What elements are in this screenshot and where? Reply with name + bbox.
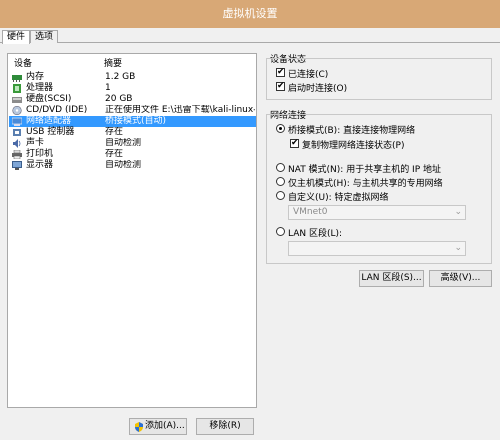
device-name: 网络适配器 [26, 116, 72, 126]
connected-checkbox[interactable] [276, 67, 285, 77]
sound-icon [13, 139, 21, 148]
tab-divider [0, 42, 500, 43]
cpu-icon [13, 84, 21, 93]
device-row-sound[interactable]: 声卡 自动检测 [9, 138, 256, 149]
shield-icon [135, 422, 143, 432]
window-title: 虚拟机设置 [222, 7, 278, 20]
host-only-label: 仅主机模式(H): 与主机共享的专用网络 [288, 179, 443, 189]
memory-icon [12, 75, 22, 82]
device-name: 内存 [26, 72, 45, 82]
lan-segment-radio[interactable] [276, 227, 285, 236]
printer-icon [12, 150, 22, 159]
vmnet-select[interactable]: VMnet0 ⌄ [288, 205, 466, 220]
nat-label: NAT 模式(N): 用于共享主机的 IP 地址 [288, 165, 442, 175]
bridged-label: 桥接模式(B): 直接连接物理网络 [288, 126, 416, 136]
device-row-harddisk[interactable]: 硬盘(SCSI) 20 GB [9, 94, 256, 105]
connected-label: 已连接(C) [288, 70, 329, 80]
device-row-display[interactable]: 显示器 自动检测 [9, 160, 256, 171]
usb-icon [13, 129, 21, 136]
device-row-memory[interactable]: 内存 1.2 GB [9, 72, 256, 83]
bridged-radio[interactable] [276, 124, 285, 133]
device-row-network[interactable]: 网络适配器 桥接模式(自动) [9, 116, 256, 127]
device-name: 处理器 [26, 83, 54, 93]
tab-options[interactable]: 选项 [30, 30, 59, 43]
device-name: 打印机 [26, 149, 54, 159]
device-row-cpu[interactable]: 处理器 1 [9, 83, 256, 94]
vmnet-select-value: VMnet0 [293, 207, 328, 217]
display-icon [12, 161, 22, 170]
device-summary: 1.2 GB [105, 72, 136, 82]
lan-segments-button[interactable]: LAN 区段(S)... [359, 270, 424, 287]
device-summary: 正在使用文件 E:\迅雷下载\kali-linux-... [105, 105, 255, 115]
device-name: USB 控制器 [26, 127, 75, 137]
tab-hardware[interactable]: 硬件 [2, 30, 31, 44]
connect-at-power-on-checkbox[interactable] [276, 81, 285, 91]
chevron-down-icon: ⌄ [454, 243, 462, 253]
device-list: 设备 摘要 内存 1.2 GB 处理器 1 硬盘(SCSI) 20 GB CD/… [7, 53, 257, 408]
column-header-device[interactable]: 设备 [14, 58, 32, 70]
device-row-cdrom[interactable]: CD/DVD (IDE) 正在使用文件 E:\迅雷下载\kali-linux-.… [9, 105, 256, 116]
cdrom-icon [12, 106, 22, 115]
device-summary: 1 [105, 83, 111, 93]
lan-segment-label: LAN 区段(L): [288, 229, 343, 239]
lan-segment-select[interactable]: ⌄ [288, 241, 466, 256]
add-button[interactable]: 添加(A)... [129, 418, 187, 435]
device-name: 显示器 [26, 160, 54, 170]
device-summary: 桥接模式(自动) [105, 116, 167, 126]
device-summary: 自动检测 [105, 160, 142, 170]
device-name: CD/DVD (IDE) [26, 105, 88, 115]
custom-label: 自定义(U): 特定虚拟网络 [288, 193, 389, 203]
replicate-state-label: 复制物理网络连接状态(P) [302, 141, 405, 151]
device-summary: 存在 [105, 127, 124, 137]
device-summary: 存在 [105, 149, 124, 159]
device-summary: 自动检测 [105, 138, 142, 148]
device-row-usb[interactable]: USB 控制器 存在 [9, 127, 256, 138]
harddisk-icon [12, 97, 22, 103]
connect-at-power-on-label: 启动时连接(O) [288, 84, 348, 94]
device-name: 声卡 [26, 138, 45, 148]
replicate-state-checkbox[interactable] [290, 138, 299, 148]
device-summary: 20 GB [105, 94, 133, 104]
device-name: 硬盘(SCSI) [26, 94, 72, 104]
network-icon [12, 117, 22, 126]
chevron-down-icon: ⌄ [454, 207, 462, 217]
add-button-label: 添加(A)... [145, 421, 185, 431]
device-row-printer[interactable]: 打印机 存在 [9, 149, 256, 160]
host-only-radio[interactable] [276, 177, 285, 186]
remove-button[interactable]: 移除(R) [196, 418, 254, 435]
column-header-summary[interactable]: 摘要 [104, 58, 122, 70]
custom-radio[interactable] [276, 191, 285, 200]
nat-radio[interactable] [276, 163, 285, 172]
advanced-button[interactable]: 高级(V)... [429, 270, 492, 287]
